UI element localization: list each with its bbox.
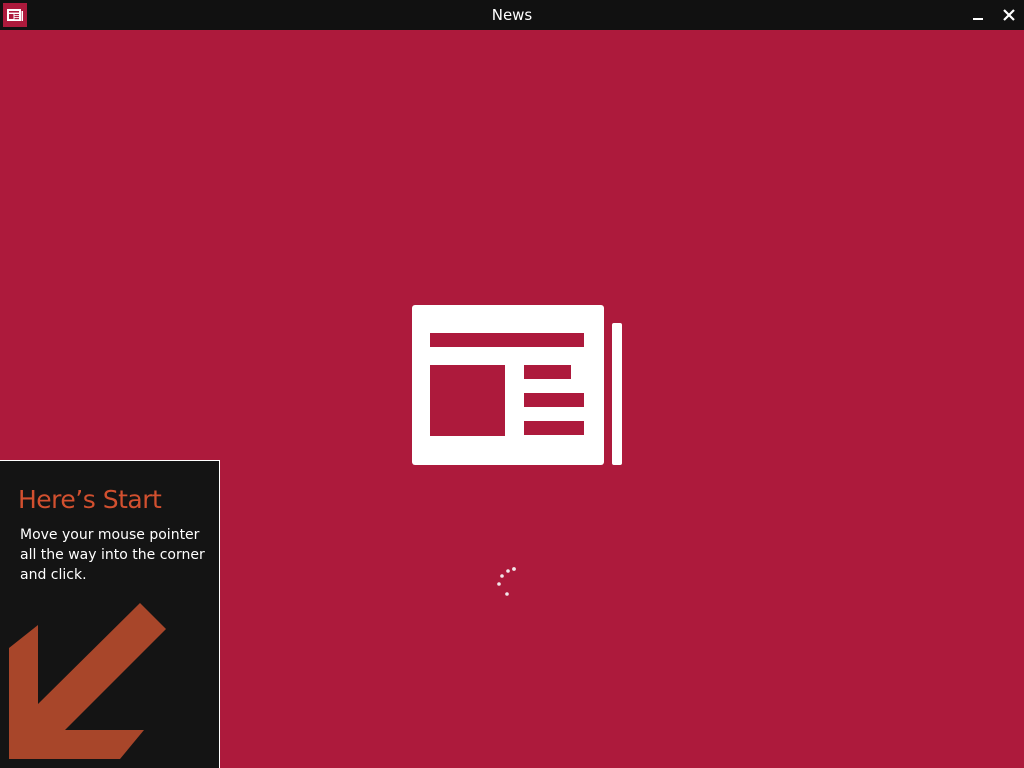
start-tip-title: Here’s Start: [18, 485, 162, 514]
newspaper-icon: [412, 305, 622, 465]
title-bar[interactable]: News: [0, 0, 1024, 30]
start-tip-panel: Here’s Start Move your mouse pointer all…: [0, 460, 220, 768]
arrow-down-left-icon: [0, 601, 219, 768]
window-title: News: [491, 6, 533, 24]
start-tip-body: Move your mouse pointer all the way into…: [20, 527, 205, 583]
loading-spinner-icon: [490, 562, 522, 602]
minimize-button[interactable]: [963, 0, 993, 30]
minimize-icon: [973, 18, 983, 20]
close-icon: [1003, 9, 1015, 21]
close-button[interactable]: [994, 0, 1024, 30]
